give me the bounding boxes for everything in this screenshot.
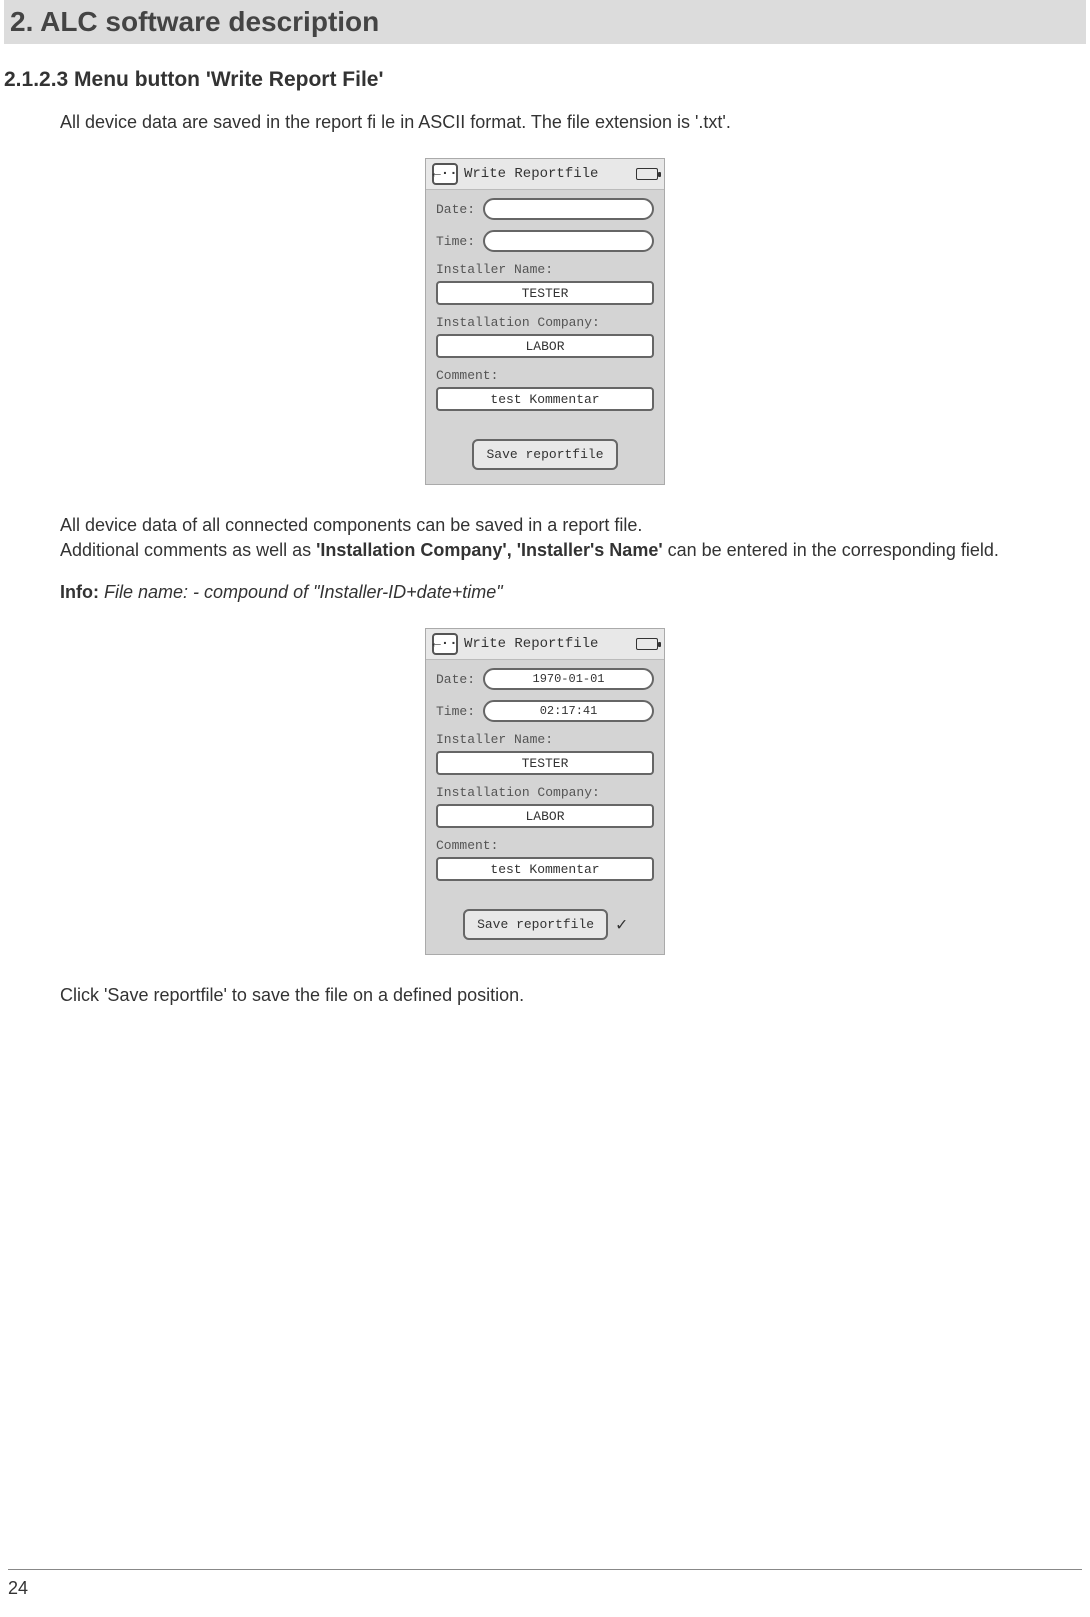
comment-field-2[interactable]: test Kommentar (436, 857, 654, 881)
para2b-post: can be entered in the corresponding fiel… (663, 540, 999, 560)
comment-label-2: Comment: (436, 838, 654, 853)
battery-icon (636, 168, 658, 180)
device-title-2: Write Reportfile (464, 636, 630, 652)
installation-company-label-2: Installation Company: (436, 785, 654, 800)
info-label: Info: (60, 582, 99, 602)
time-field[interactable] (483, 230, 654, 252)
installation-company-label: Installation Company: (436, 315, 654, 330)
comment-label: Comment: (436, 368, 654, 383)
screenshot-2: ←·· Write Reportfile Date: 1970-01-01 Ti… (0, 628, 1090, 955)
paragraph-2b: Additional comments as well as 'Installa… (60, 538, 1080, 562)
date-field[interactable] (483, 198, 654, 220)
back-button[interactable]: ←·· (432, 163, 458, 185)
time-label: Time: (436, 234, 475, 249)
installer-name-field[interactable]: TESTER (436, 281, 654, 305)
device-titlebar-2: ←·· Write Reportfile (426, 629, 664, 660)
time-label-2: Time: (436, 704, 475, 719)
date-label-2: Date: (436, 672, 475, 687)
device-screen-1: ←·· Write Reportfile Date: Time: Install… (425, 158, 665, 485)
save-reportfile-button-2[interactable]: Save reportfile (463, 909, 608, 940)
time-field-2[interactable]: 02:17:41 (483, 700, 654, 722)
comment-field[interactable]: test Kommentar (436, 387, 654, 411)
device-screen-2: ←·· Write Reportfile Date: 1970-01-01 Ti… (425, 628, 665, 955)
installation-company-field-2[interactable]: LABOR (436, 804, 654, 828)
info-line: Info: File name: - compound of "Installe… (60, 580, 1080, 604)
date-label: Date: (436, 202, 475, 217)
paragraph-3: Click 'Save reportfile' to save the file… (60, 983, 1080, 1007)
device-titlebar: ←·· Write Reportfile (426, 159, 664, 190)
save-reportfile-button[interactable]: Save reportfile (472, 439, 617, 470)
back-arrow-icon-2: ←·· (432, 636, 457, 652)
installer-name-field-2[interactable]: TESTER (436, 751, 654, 775)
battery-icon-2 (636, 638, 658, 650)
installer-name-label-2: Installer Name: (436, 732, 654, 747)
page-number: 24 (8, 1578, 28, 1598)
back-arrow-icon: ←·· (432, 166, 457, 182)
installation-company-field[interactable]: LABOR (436, 334, 654, 358)
para2b-bold: 'Installation Company', 'Installer's Nam… (316, 540, 663, 560)
para2b-pre: Additional comments as well as (60, 540, 316, 560)
date-field-2[interactable]: 1970-01-01 (483, 668, 654, 690)
section-header: 2. ALC software description (4, 0, 1086, 44)
checkmark-icon: ✓ (616, 914, 627, 936)
subsection-heading: 2.1.2.3 Menu button 'Write Report File' (4, 68, 1090, 92)
back-button-2[interactable]: ←·· (432, 633, 458, 655)
paragraph-intro: All device data are saved in the report … (60, 110, 1080, 134)
paragraph-2a: All device data of all connected compone… (60, 513, 1080, 537)
device-title: Write Reportfile (464, 166, 630, 182)
page-footer: 24 (8, 1569, 1082, 1599)
screenshot-1: ←·· Write Reportfile Date: Time: Install… (0, 158, 1090, 485)
info-text: File name: - compound of "Installer-ID+d… (99, 582, 503, 602)
installer-name-label: Installer Name: (436, 262, 654, 277)
